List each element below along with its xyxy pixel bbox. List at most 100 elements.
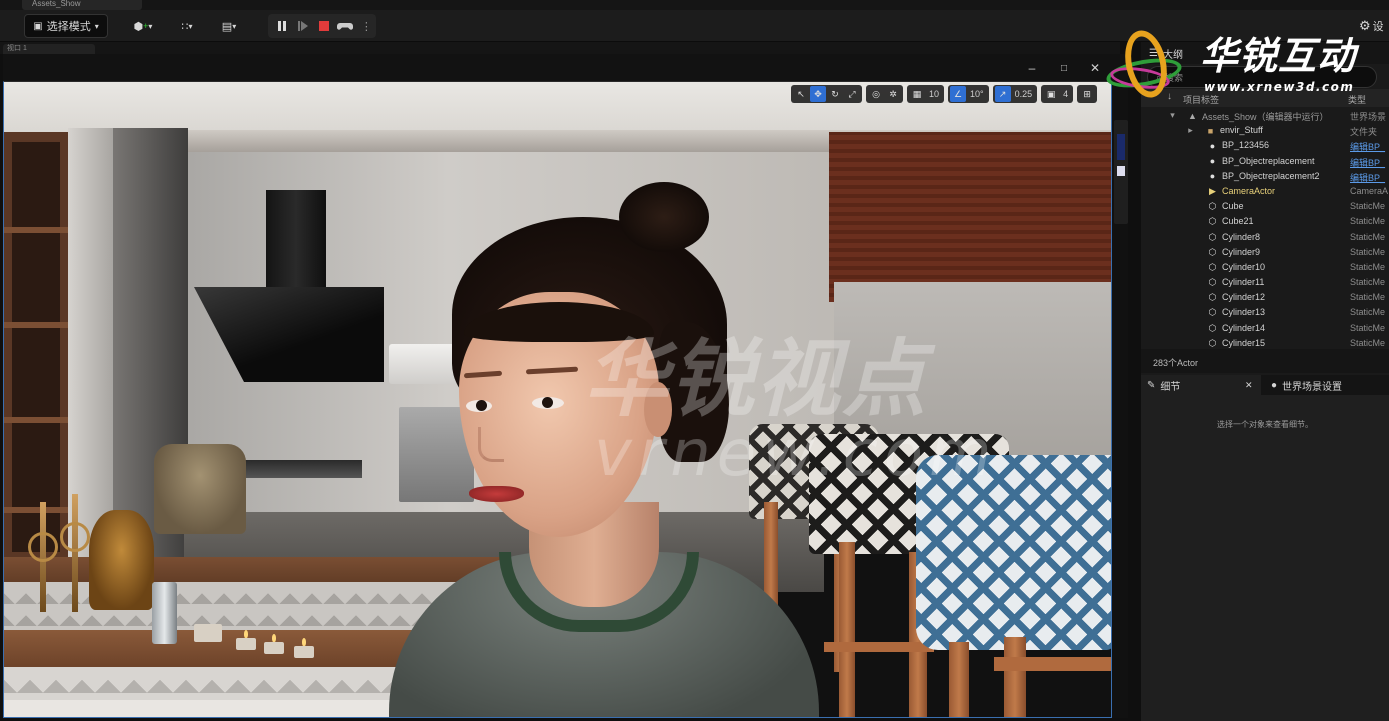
outliner-row-label: Cylinder12	[1222, 292, 1266, 303]
outliner-row-label: Cube	[1222, 201, 1244, 212]
outliner-row[interactable]: ⬡ Cylinder12 StaticMe	[1141, 290, 1389, 305]
details-panel: 选择一个对象来查看细节。	[1141, 395, 1389, 721]
details-tabbar: ✎ 细节 ✕ ● 世界场景设置	[1141, 375, 1389, 395]
level-tab[interactable]: Assets_Show	[22, 0, 142, 10]
outliner-row[interactable]: ⬡ Cylinder11 StaticMe	[1141, 275, 1389, 290]
viewport-layout-button[interactable]: ⊞	[1079, 86, 1095, 102]
edit-blueprint-link[interactable]: 编辑BP_	[1350, 171, 1385, 184]
cinematics-button[interactable]: ▤ ▾	[214, 14, 244, 38]
outliner-row-type: StaticMe	[1350, 231, 1386, 242]
outliner-row[interactable]: ▾ ▲ Assets_Show（编辑器中运行） 世界场景	[1141, 108, 1389, 123]
details-empty-message: 选择一个对象来查看细节。	[1217, 420, 1313, 429]
layout-group: ⊞	[1077, 85, 1098, 103]
outliner-row[interactable]: ● BP_123456 编辑BP_	[1141, 138, 1389, 153]
minimize-button[interactable]: –	[1024, 60, 1040, 76]
brand-logo-url: www.xrnew3d.com	[1204, 80, 1355, 94]
mesh-icon: ⬡	[1208, 231, 1217, 242]
viewport-side-scroll[interactable]	[1114, 120, 1128, 224]
move-icon: ✥	[814, 88, 822, 99]
edit-blueprint-link[interactable]: 编辑BP_	[1350, 156, 1385, 169]
camera-speed-toggle[interactable]: ▣	[1043, 86, 1059, 102]
scene-glass-vase	[152, 582, 177, 644]
select-mode-dropdown[interactable]: ▣ 选择模式 ▾	[24, 14, 108, 38]
outliner-row[interactable]: ⬡ Cube StaticMe	[1141, 199, 1389, 214]
blueprint-button[interactable]: ∷ ▾	[172, 14, 202, 38]
outliner-row[interactable]: ⬡ Cylinder8 StaticMe	[1141, 230, 1389, 245]
snap-icon: ✲	[889, 88, 897, 99]
scale-snap-icon: ↗	[998, 88, 1007, 99]
grid-icon: ▦	[912, 88, 922, 99]
outliner-row-type: StaticMe	[1350, 307, 1386, 318]
scene-stool-leg	[1004, 637, 1026, 717]
outliner-row-type: StaticMe	[1350, 277, 1386, 288]
watermark-url: vrnew.com	[594, 417, 998, 491]
outliner-row[interactable]: ● BP_Objectreplacement 编辑BP_	[1141, 154, 1389, 169]
scale-tool-button[interactable]: ⤢	[844, 86, 860, 102]
select-tool-button[interactable]: ↖	[793, 86, 809, 102]
scene-shelf	[4, 132, 69, 562]
outliner-row[interactable]: ⬡ Cube21 StaticMe	[1141, 214, 1389, 229]
brand-logo: 华锐互动 www.xrnew3d.com	[1100, 24, 1389, 106]
surface-snap-button[interactable]: ✲	[885, 86, 901, 102]
collapse-arrow-icon[interactable]: ▸	[1185, 125, 1196, 136]
tab-details[interactable]: ✎ 细节 ✕	[1141, 375, 1261, 395]
actor-count: 283个Actor	[1141, 349, 1389, 373]
cursor-icon: ↖	[797, 88, 805, 99]
close-tab-icon[interactable]: ✕	[1245, 380, 1253, 391]
outliner-row[interactable]: ▶ CameraActor CameraA	[1141, 184, 1389, 199]
outliner-row-label: Cylinder10	[1222, 261, 1266, 272]
pause-button[interactable]	[272, 16, 291, 36]
scale-snap-value[interactable]: 0.25	[1012, 89, 1036, 99]
play-controls: ⋮	[268, 14, 376, 38]
advance-frame-button[interactable]	[293, 16, 312, 36]
outliner-row[interactable]: ⬡ Cylinder13 StaticMe	[1141, 305, 1389, 320]
outliner-row[interactable]: ▸ ■ envir_Stuff 文件夹	[1141, 123, 1389, 138]
angle-snap-value[interactable]: 10°	[967, 89, 987, 99]
rotate-tool-button[interactable]: ↻	[827, 86, 843, 102]
right-panel: ☰ 大纲 ⌕ 搜索 ↓ 项目标签 类型 ▾ ▲ Assets_Show（编辑器中运行…	[1141, 42, 1389, 721]
select-mode-label: 选择模式	[46, 21, 91, 33]
grid-snap-toggle[interactable]: ▦	[909, 86, 925, 102]
move-tool-button[interactable]: ✥	[810, 86, 826, 102]
scene-flame	[272, 634, 276, 642]
outliner-row-label: Cylinder8	[1222, 231, 1261, 242]
outliner-row[interactable]: ● BP_Objectreplacement2 编辑BP_	[1141, 169, 1389, 184]
scale-snap: ↗ 0.25	[992, 85, 1038, 103]
tab-world-settings[interactable]: ● 世界场景设置	[1265, 375, 1389, 395]
outliner-row[interactable]: ⬡ Cylinder9 StaticMe	[1141, 245, 1389, 260]
camera-speed-value[interactable]: 4	[1060, 89, 1071, 99]
add-content-button[interactable]: ⬢ + ▾	[128, 14, 158, 38]
scene-stool-footrest	[824, 642, 934, 652]
expand-arrow-icon[interactable]: ▾	[1167, 110, 1178, 121]
globe-settings-icon: ●	[1271, 379, 1278, 391]
grid-snap: ▦ 10	[907, 85, 945, 103]
outliner-row-type: 文件夹	[1350, 127, 1378, 138]
edit-blueprint-link[interactable]: 编辑BP_	[1350, 140, 1385, 153]
possess-button[interactable]	[336, 16, 355, 36]
outliner-row-label: Cylinder14	[1222, 322, 1266, 333]
world-space-button[interactable]: ◎	[868, 86, 884, 102]
scale-snap-toggle[interactable]: ↗	[994, 86, 1011, 102]
outliner-row-label: Cylinder15	[1222, 337, 1266, 348]
rotate-icon: ↻	[831, 88, 839, 99]
close-icon: ✕	[1089, 61, 1101, 75]
angle-snap-toggle[interactable]: ∠	[950, 86, 967, 102]
stop-button[interactable]	[314, 16, 333, 36]
play-options-button[interactable]: ⋮	[357, 16, 376, 36]
camera-speed-icon: ▣	[1046, 88, 1056, 99]
outliner-row[interactable]: ⬡ Cylinder14 StaticMe	[1141, 321, 1389, 336]
scale-icon: ⤢	[848, 88, 856, 99]
grid-snap-value[interactable]: 10	[926, 89, 942, 99]
outliner-row[interactable]: ⬡ Cylinder15 StaticMe	[1141, 336, 1389, 348]
outliner-row-label: BP_Objectreplacement2	[1222, 170, 1320, 181]
viewport-tab[interactable]: 视口 1	[3, 44, 95, 54]
outliner-row-type: StaticMe	[1350, 292, 1386, 303]
camera-speed: ▣ 4	[1041, 85, 1074, 103]
pencil-icon: ✎	[1147, 379, 1156, 391]
level-viewport[interactable]: 华锐视点 vrnew.com ↖ ✥ ↻ ⤢ ◎ ✲ ▦ 10 ∠ 10° ↗ …	[3, 81, 1112, 718]
outliner-row[interactable]: ⬡ Cylinder10 StaticMe	[1141, 260, 1389, 275]
outliner-row-label: CameraActor	[1222, 185, 1276, 196]
outliner-row-type: StaticMe	[1350, 246, 1386, 257]
maximize-button[interactable]: □	[1056, 60, 1072, 76]
scene-armchair	[154, 444, 246, 534]
